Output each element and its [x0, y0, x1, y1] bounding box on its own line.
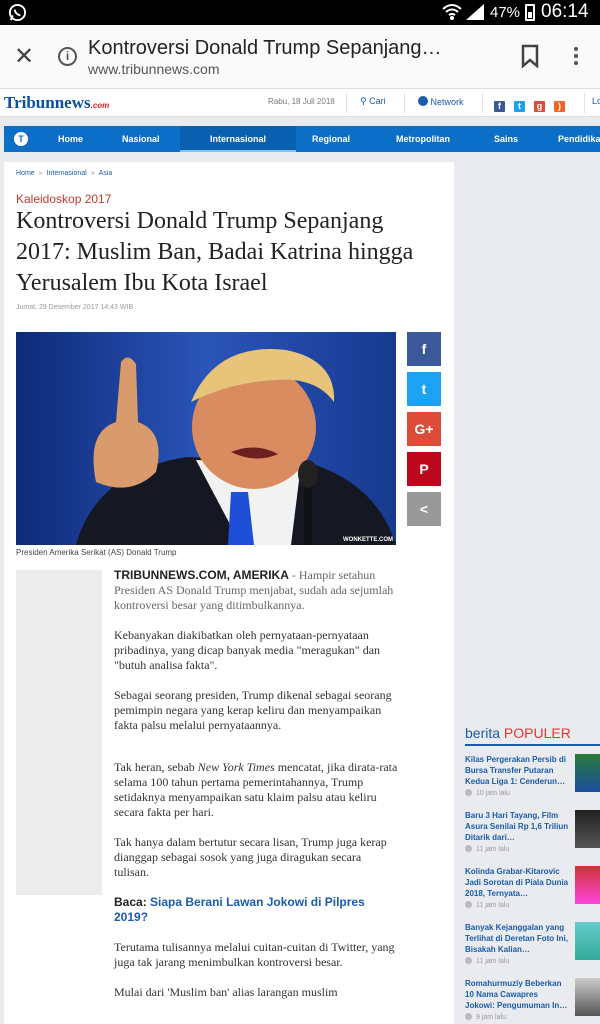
- related-article-link[interactable]: Siapa Berani Lawan Jokowi di Pilpres 201…: [114, 895, 365, 924]
- popular-item-title[interactable]: Kilas Pergerakan Persib di Bursa Transfe…: [465, 754, 569, 787]
- article-card: Home» Internasional» Asia Kaleidoskop 2017…: [4, 162, 454, 1024]
- wifi-icon: [442, 4, 462, 20]
- share-icon: <: [419, 501, 429, 517]
- info-icon[interactable]: i: [58, 47, 77, 66]
- popular-item-title[interactable]: Kolinda Grabar-Kitarovic Jadi Sorotan di…: [465, 866, 569, 899]
- popular-item[interactable]: Kilas Pergerakan Persib di Bursa Transfe…: [465, 754, 600, 806]
- close-icon[interactable]: ✕: [14, 45, 34, 69]
- article-body: TRIBUNNEWS.COM, AMERIKA - Hampir setahun…: [114, 568, 399, 1015]
- photo-credit: WONKETTE.COM: [343, 537, 393, 543]
- popular-item-title[interactable]: Banyak Kejanggalan yang Terlihat di Dere…: [465, 922, 569, 955]
- googleplus-icon: G+: [414, 421, 434, 437]
- popular-item-time: 11 jam lalu: [465, 957, 509, 965]
- popular-item-time: 10 jam lalu: [465, 789, 510, 797]
- article-paragraph: Kebanyakan diakibatkan oleh pernyataan-p…: [114, 628, 381, 672]
- ad-placeholder[interactable]: [16, 570, 102, 895]
- breadcrumb-internasional[interactable]: Internasional: [47, 170, 87, 177]
- nav-item-regional[interactable]: Regional: [312, 126, 350, 152]
- dateline: TRIBUNNEWS.COM, AMERIKA: [114, 568, 289, 582]
- popular-item-thumbnail[interactable]: [575, 978, 600, 1016]
- whatsapp-icon: [8, 3, 27, 22]
- article-paragraph: Tak heran, sebab New York Times mencatat…: [114, 760, 398, 819]
- search-icon: ⚲: [360, 96, 367, 106]
- popular-item-time: 9 jam lalu: [465, 1013, 506, 1021]
- publish-date: Jumat, 29 Desember 2017 14:43 WIB: [16, 304, 134, 311]
- share-more-button[interactable]: <: [407, 492, 441, 526]
- article-paragraph: TRIBUNNEWS.COM, AMERIKA - Hampir setahun…: [114, 568, 394, 612]
- article-photo[interactable]: WONKETTE.COM: [16, 332, 396, 545]
- main-nav: T Home Nasional Internasional Regional M…: [4, 126, 600, 152]
- site-logo[interactable]: Tribunnews.com: [4, 93, 109, 113]
- googleplus-icon[interactable]: g: [534, 101, 545, 112]
- nav-item-pendidikan[interactable]: Pendidikan: [558, 126, 600, 152]
- popular-item-thumbnail[interactable]: [575, 866, 600, 904]
- network-icon: [418, 96, 428, 106]
- nav-item-nasional[interactable]: Nasional: [122, 126, 160, 152]
- page-domain[interactable]: www.tribunnews.com: [88, 61, 220, 77]
- popular-item[interactable]: Baru 3 Hari Tayang, Film Asura Senilai R…: [465, 810, 600, 862]
- article-paragraph: Tak hanya dalam bertutur secara lisan, T…: [114, 835, 387, 879]
- home-logo-icon[interactable]: T: [14, 132, 28, 146]
- facebook-icon[interactable]: f: [494, 101, 505, 112]
- share-twitter-button[interactable]: t: [407, 372, 441, 406]
- facebook-icon: f: [421, 341, 427, 357]
- share-facebook-button[interactable]: f: [407, 332, 441, 366]
- trump-photo: [16, 332, 396, 545]
- article-headline: Kontroversi Donald Trump Sepanjang 2017:…: [16, 208, 414, 296]
- nav-item-metropolitan[interactable]: Metropolitan: [396, 126, 450, 152]
- popular-item-thumbnail[interactable]: [575, 922, 600, 960]
- breadcrumb-home[interactable]: Home: [16, 170, 35, 177]
- bookmark-icon[interactable]: [520, 44, 540, 68]
- battery-icon: [525, 4, 535, 21]
- article-paragraph: Mulai dari 'Muslim ban' alias larangan m…: [114, 985, 338, 999]
- share-googleplus-button[interactable]: G+: [407, 412, 441, 446]
- divider: [482, 93, 483, 113]
- divider: [404, 93, 405, 113]
- search-link[interactable]: ⚲ Cari: [360, 96, 386, 107]
- divider: [584, 93, 585, 113]
- share-pinterest-button[interactable]: P: [407, 452, 441, 486]
- popular-item-time: 11 jam lalu: [465, 845, 509, 853]
- divider: [346, 93, 347, 113]
- twitter-icon[interactable]: t: [514, 101, 525, 112]
- breadcrumb: Home» Internasional» Asia: [16, 170, 113, 177]
- popular-heading: berita POPULER: [465, 725, 571, 741]
- related-link: Baca: Siapa Berani Lawan Jokowi di Pilpr…: [114, 895, 365, 924]
- popular-item-title[interactable]: Baru 3 Hari Tayang, Film Asura Senilai R…: [465, 810, 569, 843]
- popular-item-title[interactable]: Romahurmuziy Beberkan 10 Nama Cawapres J…: [465, 978, 569, 1011]
- nav-item-internasional[interactable]: Internasional: [180, 126, 296, 152]
- article-kicker[interactable]: Kaleidoskop 2017: [16, 192, 111, 206]
- social-links: f t g): [494, 96, 574, 114]
- popular-item-time: 11 jam lalu: [465, 901, 509, 909]
- rss-icon[interactable]: ): [554, 101, 565, 112]
- battery-percent: 47%: [490, 4, 521, 21]
- popular-item-thumbnail[interactable]: [575, 810, 600, 848]
- network-link[interactable]: Network: [418, 96, 464, 107]
- popular-item[interactable]: Romahurmuziy Beberkan 10 Nama Cawapres J…: [465, 978, 600, 1024]
- pinterest-icon: P: [419, 461, 429, 477]
- site-header: Tribunnews.com Rabu, 18 Juli 2018 ⚲ Cari…: [0, 89, 600, 117]
- article-paragraph: Sebagai seorang presiden, Trump dikenal …: [114, 688, 392, 732]
- signal-icon: [466, 4, 484, 20]
- twitter-icon: t: [421, 381, 427, 397]
- header-date: Rabu, 18 Juli 2018: [268, 97, 335, 106]
- divider: [465, 744, 600, 746]
- clock: 06:14: [541, 1, 589, 22]
- breadcrumb-asia[interactable]: Asia: [99, 170, 113, 177]
- popular-item[interactable]: Kolinda Grabar-Kitarovic Jadi Sorotan di…: [465, 866, 600, 918]
- nav-item-sains[interactable]: Sains: [494, 126, 518, 152]
- article-paragraph: Terutama tulisannya melalui cuitan-cuita…: [114, 940, 395, 969]
- login-link[interactable]: Lo: [592, 96, 600, 106]
- popular-item-thumbnail[interactable]: [575, 754, 600, 792]
- status-bar: 47% 06:14: [0, 0, 600, 25]
- browser-toolbar: ✕ i Kontroversi Donald Trump Sepanjang… …: [0, 25, 600, 89]
- page-title[interactable]: Kontroversi Donald Trump Sepanjang…: [88, 37, 488, 60]
- nav-item-home[interactable]: Home: [58, 126, 83, 152]
- photo-caption: Presiden Amerika Serikat (AS) Donald Tru…: [16, 548, 177, 557]
- overflow-menu-icon[interactable]: [574, 47, 578, 68]
- popular-item[interactable]: Banyak Kejanggalan yang Terlihat di Dere…: [465, 922, 600, 974]
